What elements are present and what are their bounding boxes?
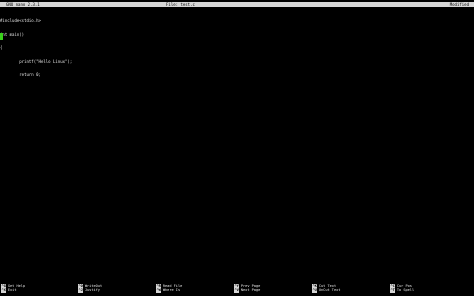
shortcut-next-page[interactable]: ^V Next Page — [234, 288, 261, 293]
shortcut-group-write: ^O WriteOut ^J Justify — [78, 284, 102, 294]
shortcut-group-read: ^R Read File ^W Where Is — [156, 284, 182, 294]
code-line[interactable]: int main() — [0, 32, 474, 38]
shortcut-key: ^U — [312, 288, 318, 293]
code-line[interactable]: { — [0, 45, 474, 51]
shortcut-to-spell[interactable]: ^T To Spell — [390, 288, 415, 293]
code-line[interactable]: #include<stdio.h> — [0, 18, 474, 24]
shortcut-label: To Spell — [396, 288, 415, 293]
shortcut-label: Justify — [84, 288, 100, 293]
text-cursor — [0, 33, 3, 40]
shortcut-exit[interactable]: ^X Exit — [1, 288, 17, 293]
shortcut-bar: ^G Get Help ^X Exit ^O WriteOut ^J Justify ^… — [0, 284, 474, 295]
shortcut-key: ^X — [1, 288, 7, 293]
shortcut-label: Where Is — [162, 288, 181, 293]
shortcut-key: ^W — [156, 288, 162, 293]
shortcut-key: ^T — [390, 288, 396, 293]
file-name: File: test.c — [166, 2, 195, 7]
app-version: GNU nano 2.3.1 — [6, 2, 40, 7]
shortcut-group-cut: ^K Cut Text ^U UnCut Text — [312, 284, 340, 294]
shortcut-group-page: ^Y Prev Page ^V Next Page — [234, 284, 260, 294]
code-line[interactable]: return 0; — [0, 72, 474, 78]
editor-area[interactable]: #include<stdio.h> int main() { printf("H… — [0, 10, 474, 254]
shortcut-uncut-text[interactable]: ^U UnCut Text — [312, 288, 341, 293]
title-bar: GNU nano 2.3.1 File: test.c Modified — [0, 2, 474, 7]
code-line[interactable]: printf("Hello Linux"); — [0, 59, 474, 65]
modified-status: Modified — [449, 2, 469, 7]
shortcut-key: ^V — [234, 288, 240, 293]
shortcut-where-is[interactable]: ^W Where Is — [156, 288, 181, 293]
shortcut-key: ^J — [78, 288, 84, 293]
shortcut-label: Exit — [7, 288, 17, 293]
shortcut-label: UnCut Text — [318, 288, 341, 293]
shortcut-group-help: ^G Get Help ^X Exit — [1, 284, 25, 294]
shortcut-group-pos: ^C Cur Pos ^T To Spell — [390, 284, 414, 294]
shortcut-label: Next Page — [240, 288, 261, 293]
shortcut-justify[interactable]: ^J Justify — [78, 288, 100, 293]
